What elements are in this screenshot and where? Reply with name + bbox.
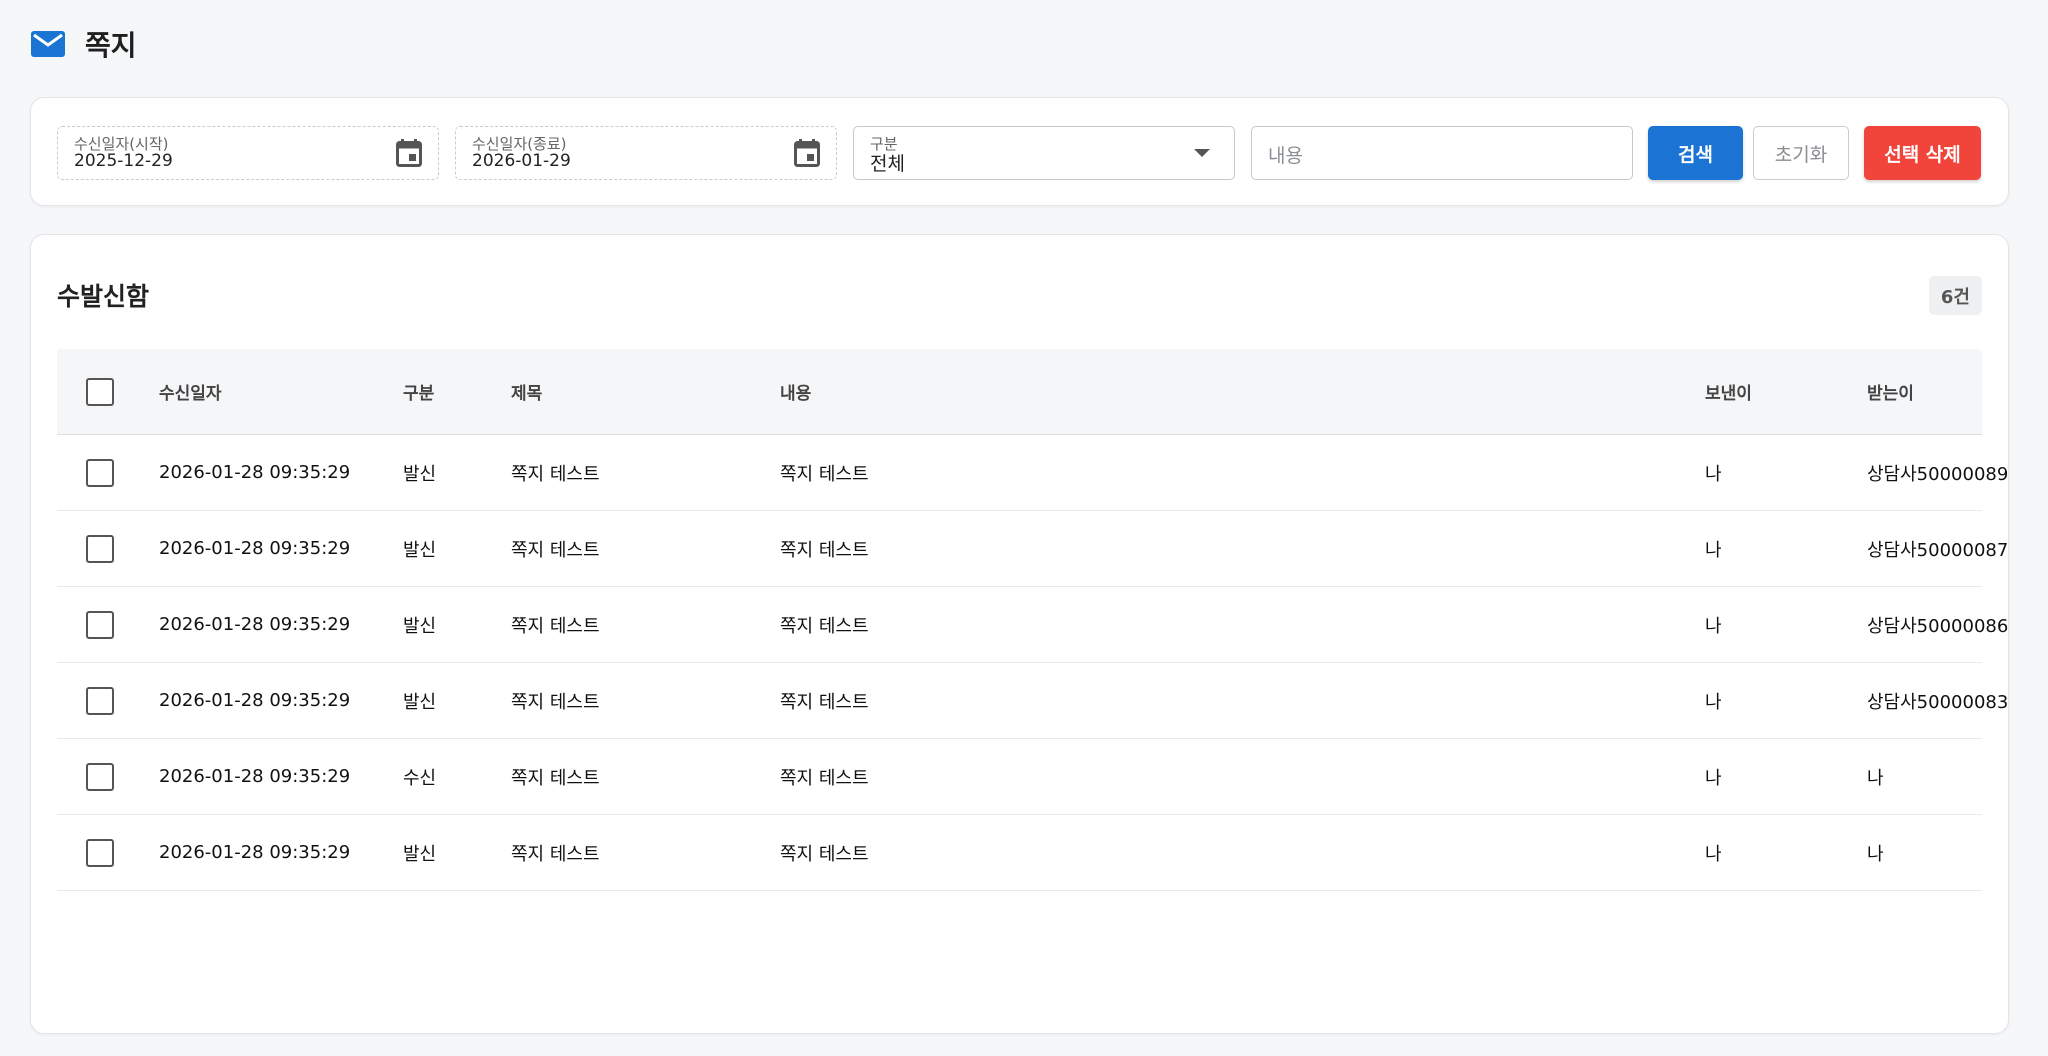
list-title: 수발신함 (57, 282, 150, 311)
row-recipient: 상담사50000086 (1867, 615, 2009, 637)
row-type: 발신 (403, 463, 437, 485)
row-content: 쪽지 테스트 (780, 463, 869, 485)
type-select-value: 전체 (870, 153, 905, 175)
row-subject: 쪽지 테스트 (511, 615, 600, 637)
row-date: 2026-01-28 09:35:29 (159, 614, 351, 635)
row-type: 발신 (403, 615, 437, 637)
row-sender: 나 (1705, 539, 1722, 561)
message-list-panel: 수발신함 6건 수신일자 구분 제목 내용 보낸이 받는이 2026-01-28… (30, 234, 2009, 1034)
row-sender: 나 (1705, 843, 1722, 865)
table-row[interactable]: 2026-01-28 09:35:29 발신 쪽지 테스트 쪽지 테스트 나 나 (57, 815, 1982, 891)
row-checkbox[interactable] (86, 610, 114, 639)
row-date: 2026-01-28 09:35:29 (159, 538, 351, 559)
row-checkbox[interactable] (86, 838, 114, 867)
content-search-input[interactable]: 내용 (1251, 126, 1633, 180)
row-sender: 나 (1705, 463, 1722, 485)
table-row[interactable]: 2026-01-28 09:35:29 발신 쪽지 테스트 쪽지 테스트 나 상… (57, 435, 2008, 511)
calendar-icon[interactable] (794, 139, 820, 167)
row-checkbox[interactable] (86, 458, 114, 487)
row-type: 수신 (403, 767, 437, 789)
column-header-sender[interactable]: 보낸이 (1705, 349, 1752, 434)
row-content: 쪽지 테스트 (780, 691, 869, 713)
content-search-placeholder: 내용 (1268, 145, 1303, 167)
row-date: 2026-01-28 09:35:29 (159, 462, 351, 483)
row-subject: 쪽지 테스트 (511, 539, 600, 561)
row-sender: 나 (1705, 691, 1722, 713)
row-recipient: 상담사50000089 (1867, 463, 2009, 485)
row-checkbox[interactable] (86, 762, 114, 791)
row-content: 쪽지 테스트 (780, 615, 869, 637)
column-header-recipient[interactable]: 받는이 (1867, 349, 1914, 434)
row-type: 발신 (403, 539, 437, 561)
column-header-date[interactable]: 수신일자 (159, 349, 222, 434)
row-content: 쪽지 테스트 (780, 539, 869, 561)
row-subject: 쪽지 테스트 (511, 463, 600, 485)
calendar-icon[interactable] (396, 139, 422, 167)
start-date-value: 2025-12-29 (74, 151, 173, 171)
page-title: 쪽지 (85, 29, 137, 62)
table-header: 수신일자 구분 제목 내용 보낸이 받는이 (57, 349, 1982, 435)
column-header-subject[interactable]: 제목 (511, 349, 542, 434)
row-recipient: 나 (1867, 767, 1884, 789)
row-type: 발신 (403, 691, 437, 713)
end-date-field[interactable]: 수신일자(종료) 2026-01-29 (455, 126, 837, 180)
start-date-field[interactable]: 수신일자(시작) 2025-12-29 (57, 126, 439, 180)
end-date-value: 2026-01-29 (472, 151, 571, 171)
row-recipient: 나 (1867, 843, 1884, 865)
row-subject: 쪽지 테스트 (511, 843, 600, 865)
row-content: 쪽지 테스트 (780, 843, 869, 865)
row-checkbox[interactable] (86, 686, 114, 715)
table-row[interactable]: 2026-01-28 09:35:29 발신 쪽지 테스트 쪽지 테스트 나 상… (57, 663, 2008, 739)
row-subject: 쪽지 테스트 (511, 691, 600, 713)
count-badge: 6건 (1928, 276, 1982, 315)
search-filter-panel: 수신일자(시작) 2025-12-29 수신일자(종료) 2026-01-29 (30, 97, 2009, 206)
mail-icon (31, 31, 65, 57)
table-row[interactable]: 2026-01-28 09:35:29 발신 쪽지 테스트 쪽지 테스트 나 상… (57, 511, 2008, 587)
row-subject: 쪽지 테스트 (511, 767, 600, 789)
row-content: 쪽지 테스트 (780, 767, 869, 789)
messages-page: 쪽지 수신일자(시작) 2025-12-29 수신일자(종료) 2026-01-… (0, 0, 2048, 1056)
table-row[interactable]: 2026-01-28 09:35:29 수신 쪽지 테스트 쪽지 테스트 나 나 (57, 739, 1982, 815)
column-header-type[interactable]: 구분 (403, 349, 434, 434)
row-recipient: 상담사50000083 (1867, 691, 2009, 713)
select-all-checkbox[interactable] (86, 377, 114, 406)
search-button[interactable]: 검색 (1648, 126, 1743, 180)
page-header: 쪽지 (31, 24, 137, 64)
table-row[interactable]: 2026-01-28 09:35:29 발신 쪽지 테스트 쪽지 테스트 나 상… (57, 587, 2008, 663)
delete-selected-button[interactable]: 선택 삭제 (1864, 126, 1981, 180)
reset-button[interactable]: 초기화 (1753, 126, 1849, 180)
chevron-down-icon (1194, 149, 1210, 157)
row-date: 2026-01-28 09:35:29 (159, 766, 351, 787)
row-sender: 나 (1705, 767, 1722, 789)
row-sender: 나 (1705, 615, 1722, 637)
row-checkbox[interactable] (86, 534, 114, 563)
row-type: 발신 (403, 843, 437, 865)
row-date: 2026-01-28 09:35:29 (159, 690, 351, 711)
column-header-content[interactable]: 내용 (780, 349, 811, 434)
type-select[interactable]: 구분 전체 (853, 126, 1235, 180)
row-date: 2026-01-28 09:35:29 (159, 842, 351, 863)
message-table: 수신일자 구분 제목 내용 보낸이 받는이 2026-01-28 09:35:2… (57, 349, 2008, 891)
row-recipient: 상담사50000087 (1867, 539, 2009, 561)
